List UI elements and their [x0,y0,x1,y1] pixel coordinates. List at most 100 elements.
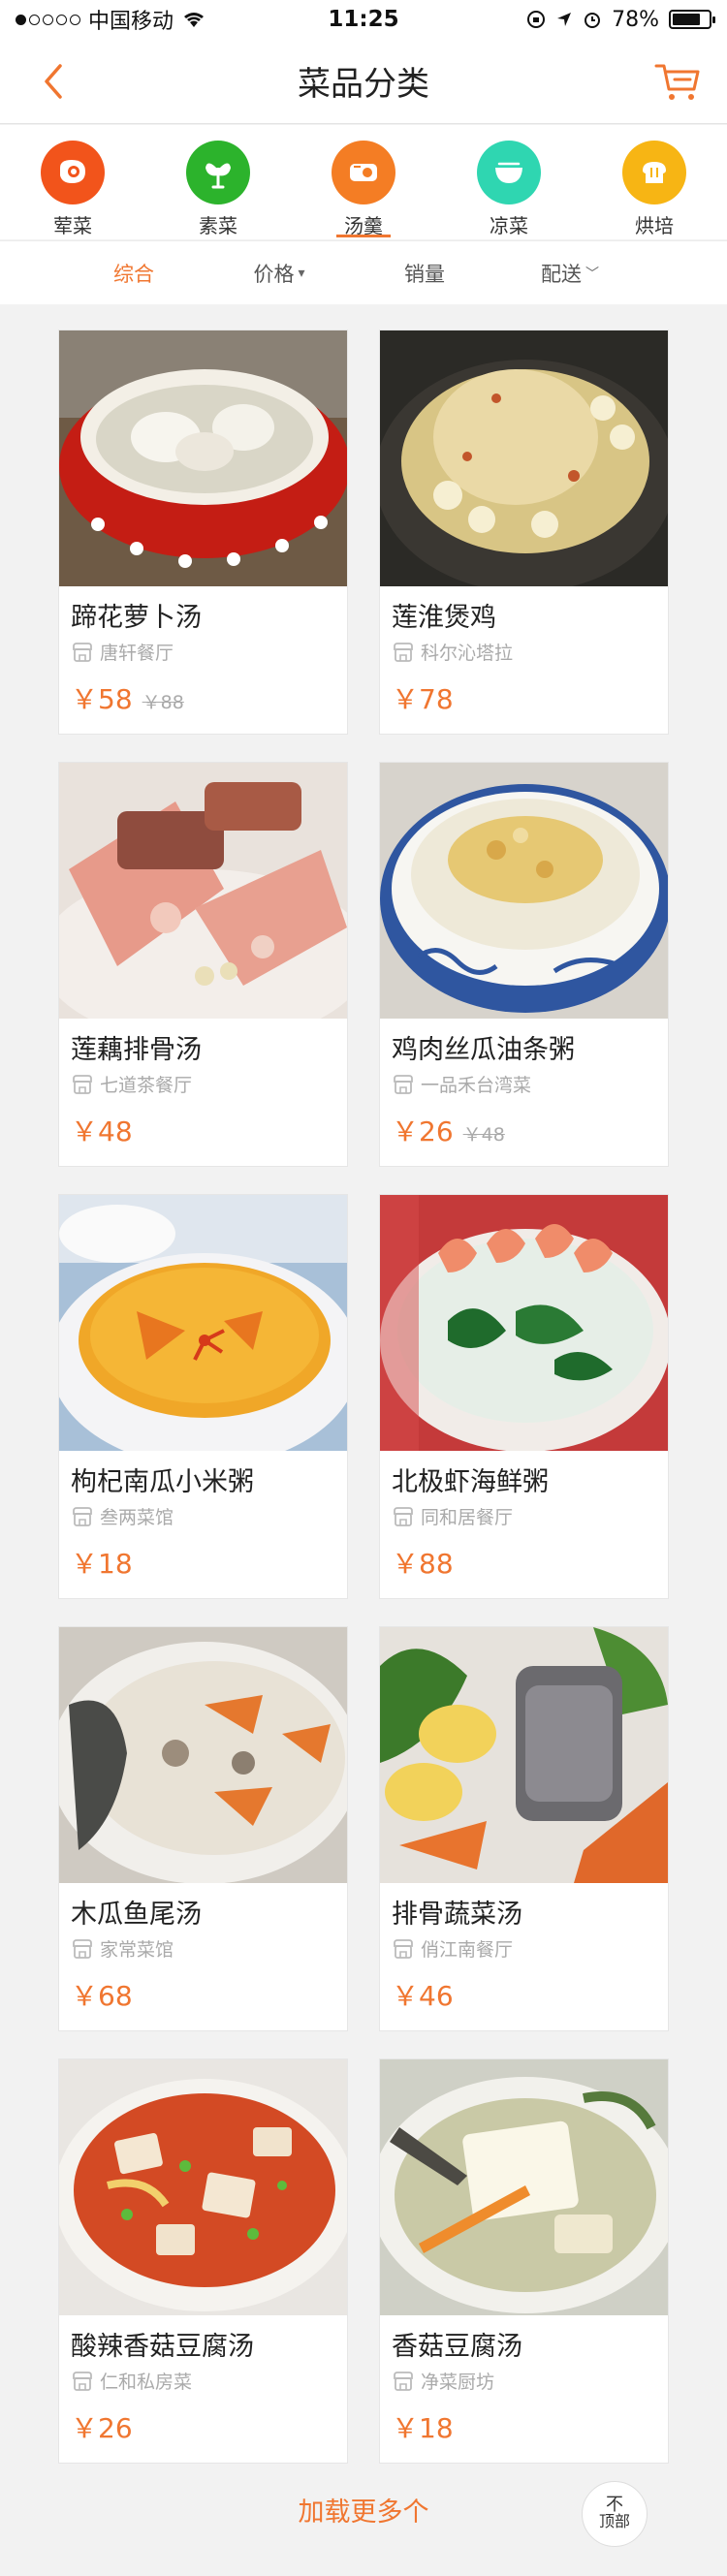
shop-icon [394,642,413,662]
shop-icon [73,2371,92,2391]
sort-sales[interactable]: 销量 [352,259,497,288]
sort-delivery[interactable]: 配送 ﹀ [497,259,643,288]
dish-name: 排骨蔬菜汤 [392,1900,522,1930]
dish-grid: 蹄花萝卜汤 唐轩餐厅 ￥58 ￥88 莲淮煲鸡 科尔沁塔拉 ￥78 莲藕排骨汤 … [58,330,669,2464]
dish-photo [59,1195,347,1451]
navigation-bar: 菜品分类 [0,39,727,124]
shop-name: 唐轩餐厅 [100,643,174,664]
chevron-left-icon[interactable] [35,60,74,103]
dish-card[interactable]: 酸辣香菇豆腐汤 仁和私房菜 ￥26 [58,2058,348,2464]
shop-icon [394,1506,413,1526]
status-bar: 中国移动 11:25 78% [0,0,727,39]
dish-card[interactable]: 莲淮煲鸡 科尔沁塔拉 ￥78 [379,330,669,735]
dish-photo [380,330,668,586]
dish-photo [59,2059,347,2315]
shop-icon [394,1938,413,1959]
dish-card[interactable]: 木瓜鱼尾汤 家常菜馆 ￥68 [58,1626,348,2031]
category-tabs: 荤菜 素菜 汤羹 凉菜 烘培 [0,125,727,239]
battery-icon [669,10,715,29]
shop-name: 科尔沁塔拉 [421,643,514,664]
price: ￥18 [71,1548,133,1580]
shop-name: 叁两菜馆 [100,1507,174,1528]
shop-name: 俏江南餐厅 [421,1939,514,1961]
chevron-down-icon: ﹀ [585,266,599,282]
shop-icon [73,1938,92,1959]
dish-name: 酸辣香菇豆腐汤 [71,2332,254,2362]
meat-icon [41,141,105,204]
dish-photo [59,1627,347,1883]
dish-name: 鸡肉丝瓜油条粥 [392,1035,575,1065]
triangle-down-icon: ▾ [298,265,305,281]
wifi-icon [184,13,205,27]
category-vegetable[interactable]: 素菜 [145,125,291,239]
dish-name: 木瓜鱼尾汤 [71,1900,202,1930]
shop-icon [73,642,92,662]
sort-comprehensive[interactable]: 综合 [61,259,206,288]
sort-price[interactable]: 价格 ▾ [206,259,352,288]
shop-icon [394,1074,413,1094]
shop-name: 净菜厨坊 [421,2372,495,2393]
category-soup[interactable]: 汤羹 [291,125,436,239]
dish-name: 莲藕排骨汤 [71,1035,202,1065]
dish-photo [59,330,347,586]
arrow-up-icon: 不 [606,2495,623,2515]
shop-name: 七道茶餐厅 [100,1075,193,1096]
dish-photo [59,763,347,1019]
page-title: 菜品分类 [298,65,429,104]
bowl-icon [477,141,541,204]
battery-percent: 78% [612,7,659,32]
category-label: 汤羹 [344,214,383,237]
bread-icon [622,141,686,204]
back-to-top-label: 顶部 [598,2512,630,2530]
sort-label: 综合 [113,262,154,286]
shop-icon [394,2371,413,2391]
dish-photo [380,763,668,1019]
price: ￥88 [392,1548,454,1580]
price: ￥78 [392,683,454,715]
alarm-icon [585,13,601,28]
location-icon [557,13,572,26]
category-cold-dish[interactable]: 凉菜 [436,125,582,239]
sort-label: 价格 [253,262,295,286]
shop-name: 同和居餐厅 [421,1507,514,1528]
sort-label: 配送 [541,262,582,286]
dish-card[interactable]: 北极虾海鲜粥 同和居餐厅 ￥88 [379,1194,669,1599]
dish-card[interactable]: 蹄花萝卜汤 唐轩餐厅 ￥58 ￥88 [58,330,348,735]
category-meat[interactable]: 荤菜 [0,125,145,239]
sort-tabs: 综合 价格 ▾ 销量 配送 ﹀ [0,240,727,304]
category-label: 烘培 [635,214,674,237]
dish-card[interactable]: 鸡肉丝瓜油条粥 一品禾台湾菜 ￥26 ￥48 [379,762,669,1167]
dish-card[interactable]: 香菇豆腐汤 净菜厨坊 ￥18 [379,2058,669,2464]
price: ￥48 [71,1115,133,1147]
dish-name: 莲淮煲鸡 [392,603,496,633]
price: ￥58 [71,683,133,715]
back-to-top-button[interactable]: 不 顶部 [582,2481,648,2547]
price: ￥46 [392,1980,454,2012]
category-baking[interactable]: 烘培 [582,125,727,239]
signal-icon [16,14,80,25]
dish-card[interactable]: 排骨蔬菜汤 俏江南餐厅 ￥46 [379,1626,669,2031]
price: ￥18 [392,2412,454,2444]
cart-icon[interactable] [653,60,702,103]
sort-label: 销量 [404,262,445,286]
category-label: 凉菜 [490,214,528,237]
dish-card[interactable]: 枸杞南瓜小米粥 叁两菜馆 ￥18 [58,1194,348,1599]
clock: 11:25 [328,7,399,32]
category-label: 素菜 [199,214,237,237]
dish-photo [380,1627,668,1883]
shop-icon [73,1506,92,1526]
dish-name: 蹄花萝卜汤 [71,603,202,633]
dish-name: 北极虾海鲜粥 [392,1467,549,1497]
price: ￥68 [71,1980,133,2012]
dish-card[interactable]: 莲藕排骨汤 七道茶餐厅 ￥48 [58,762,348,1167]
shop-icon [73,1074,92,1094]
dish-name: 香菇豆腐汤 [392,2332,522,2362]
shop-name: 家常菜馆 [100,1939,174,1961]
shop-name: 一品禾台湾菜 [421,1075,532,1096]
vegetable-icon [186,141,250,204]
dish-photo [380,2059,668,2315]
dish-photo [380,1195,668,1451]
rotation-lock-icon [527,11,546,28]
original-price: ￥48 [462,1124,505,1146]
shop-name: 仁和私房菜 [100,2372,193,2393]
